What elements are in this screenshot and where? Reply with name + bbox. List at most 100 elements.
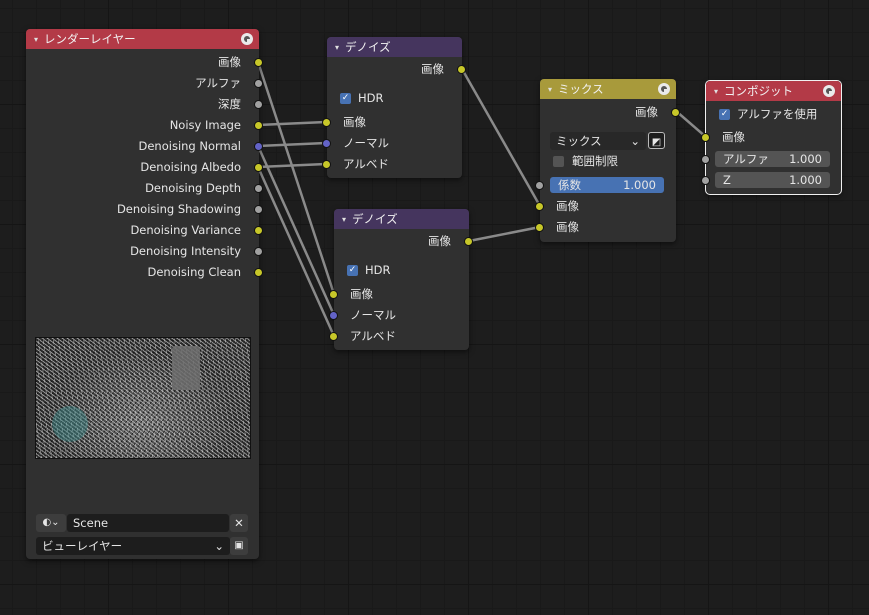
- z-field[interactable]: Z 1.000: [715, 172, 830, 188]
- render-icon[interactable]: [241, 33, 253, 45]
- chevron-down-icon: ⌄: [630, 134, 640, 148]
- factor-value: 1.000: [623, 178, 656, 192]
- preview-shape: [172, 346, 200, 390]
- socket-output-image[interactable]: [464, 237, 473, 246]
- socket-depth[interactable]: [254, 100, 263, 109]
- output-denoising-albedo: Denoising Albedo: [140, 160, 241, 174]
- socket-alpha[interactable]: [254, 79, 263, 88]
- socket-denoising-intensity[interactable]: [254, 247, 263, 256]
- node-title: ミックス: [558, 82, 604, 96]
- socket-input-alpha[interactable]: [701, 155, 710, 164]
- collapse-icon[interactable]: ▾: [548, 85, 552, 94]
- link-noisy-to-denoise1-image: [256, 120, 328, 127]
- render-icon[interactable]: [658, 83, 670, 95]
- scene-selector-button[interactable]: ◐⌄: [36, 514, 66, 532]
- output-alpha: アルファ: [195, 76, 241, 90]
- denoise-node-2[interactable]: ▾ デノイズ 画像 ✓ HDR 画像 ノーマル アルベド: [329, 209, 473, 350]
- socket-input-image-1[interactable]: [535, 202, 544, 211]
- view-layer-browse-button[interactable]: ▣: [230, 537, 248, 555]
- input-image-2-label: 画像: [556, 220, 579, 234]
- clamp-checkbox[interactable]: [553, 156, 564, 167]
- hdr-label: HDR: [365, 263, 391, 277]
- input-normal-label: ノーマル: [343, 136, 389, 150]
- hdr-checkbox[interactable]: ✓: [347, 265, 358, 276]
- alpha-icon: ◩: [651, 137, 662, 148]
- hdr-checkbox[interactable]: ✓: [340, 93, 351, 104]
- link-normal-to-denoise2-normal: [256, 144, 336, 317]
- use-alpha-checkbox[interactable]: ✓: [719, 109, 730, 120]
- socket-input-image-2[interactable]: [535, 223, 544, 232]
- mix-node[interactable]: ▾ ミックス 画像 ミックス ⌄ ◩ 範囲制限 係数 1.000 画像 画像: [535, 79, 680, 242]
- socket-input-albedo[interactable]: [329, 332, 338, 341]
- use-alpha-toggle[interactable]: ◩: [648, 132, 665, 149]
- collapse-icon[interactable]: ▾: [714, 87, 718, 96]
- socket-denoising-depth[interactable]: [254, 184, 263, 193]
- node-title: コンポジット: [724, 84, 794, 98]
- hdr-label: HDR: [358, 91, 384, 105]
- socket-image[interactable]: [254, 58, 263, 67]
- factor-slider[interactable]: 係数 1.000: [550, 177, 664, 193]
- view-layer-label: ビューレイヤー: [42, 539, 123, 553]
- socket-input-z[interactable]: [701, 176, 710, 185]
- node-title: デノイズ: [345, 40, 391, 54]
- alpha-value: 1.000: [789, 152, 822, 166]
- blend-mode-label: ミックス: [556, 134, 602, 148]
- composite-node[interactable]: ▾ コンポジット ✓ アルファを使用 画像 アルファ 1.000 Z 1.000: [701, 80, 842, 195]
- output-denoising-clean: Denoising Clean: [147, 265, 241, 279]
- composite-header[interactable]: ▾ コンポジット: [706, 81, 841, 101]
- socket-denoising-variance[interactable]: [254, 226, 263, 235]
- render-layers-node[interactable]: ▾ レンダーレイヤー 画像 アルファ 深度 Noisy Image Denois…: [26, 29, 263, 559]
- socket-input-normal[interactable]: [329, 311, 338, 320]
- link-mix-to-composite: [674, 109, 708, 139]
- socket-denoising-shadowing[interactable]: [254, 205, 263, 214]
- collapse-icon[interactable]: ▾: [34, 35, 38, 44]
- socket-noisy-image[interactable]: [254, 121, 263, 130]
- output-denoising-normal: Denoising Normal: [138, 139, 242, 153]
- alpha-label: アルファ: [723, 152, 769, 166]
- denoise-header[interactable]: ▾ デノイズ: [327, 37, 462, 57]
- scene-icon: ◐: [42, 517, 52, 528]
- factor-label: 係数: [558, 178, 581, 192]
- scene-name-field[interactable]: Scene: [67, 514, 229, 532]
- z-label: Z: [723, 173, 731, 187]
- denoise-node-1[interactable]: ▾ デノイズ 画像 ✓ HDR 画像 ノーマル アルベド: [322, 37, 466, 178]
- alpha-field[interactable]: アルファ 1.000: [715, 151, 830, 167]
- socket-output-image[interactable]: [457, 65, 466, 74]
- socket-input-normal[interactable]: [322, 139, 331, 148]
- close-icon: ✕: [234, 516, 244, 530]
- link-albedo-to-denoise2-albedo: [256, 165, 336, 338]
- output-depth: 深度: [218, 97, 241, 111]
- render-preview-image: [35, 337, 251, 459]
- socket-input-factor[interactable]: [535, 181, 544, 190]
- view-layer-dropdown[interactable]: ビューレイヤー ⌄: [36, 537, 230, 555]
- socket-denoising-albedo[interactable]: [254, 163, 263, 172]
- link-denoise2-to-mix: [467, 225, 542, 243]
- scene-unlink-button[interactable]: ✕: [230, 514, 248, 532]
- node-title: デノイズ: [352, 212, 398, 226]
- output-denoising-shadowing: Denoising Shadowing: [116, 202, 241, 216]
- use-alpha-label: アルファを使用: [737, 107, 818, 121]
- socket-input-image[interactable]: [701, 133, 710, 142]
- socket-input-albedo[interactable]: [322, 160, 331, 169]
- collapse-icon[interactable]: ▾: [342, 215, 346, 224]
- render-layers-header[interactable]: ▾ レンダーレイヤー: [26, 29, 259, 49]
- mix-header[interactable]: ▾ ミックス: [540, 79, 676, 99]
- socket-output-image[interactable]: [671, 108, 680, 117]
- socket-denoising-clean[interactable]: [254, 268, 263, 277]
- render-icon[interactable]: [823, 85, 835, 97]
- blend-mode-dropdown[interactable]: ミックス ⌄: [550, 132, 646, 150]
- chevron-down-icon: ⌄: [51, 517, 60, 528]
- output-image-label: 画像: [428, 234, 451, 248]
- link-image-to-denoise2-image: [256, 60, 336, 296]
- socket-denoising-normal[interactable]: [254, 142, 263, 151]
- socket-input-image[interactable]: [329, 290, 338, 299]
- input-image-label: 画像: [350, 287, 373, 301]
- input-image-label: 画像: [722, 130, 745, 144]
- input-image-label: 画像: [343, 115, 366, 129]
- input-albedo-label: アルベド: [350, 329, 396, 343]
- collapse-icon[interactable]: ▾: [335, 43, 339, 52]
- socket-input-image[interactable]: [322, 118, 331, 127]
- output-denoising-intensity: Denoising Intensity: [130, 244, 241, 258]
- output-image-label: 画像: [421, 62, 444, 76]
- denoise-header[interactable]: ▾ デノイズ: [334, 209, 469, 229]
